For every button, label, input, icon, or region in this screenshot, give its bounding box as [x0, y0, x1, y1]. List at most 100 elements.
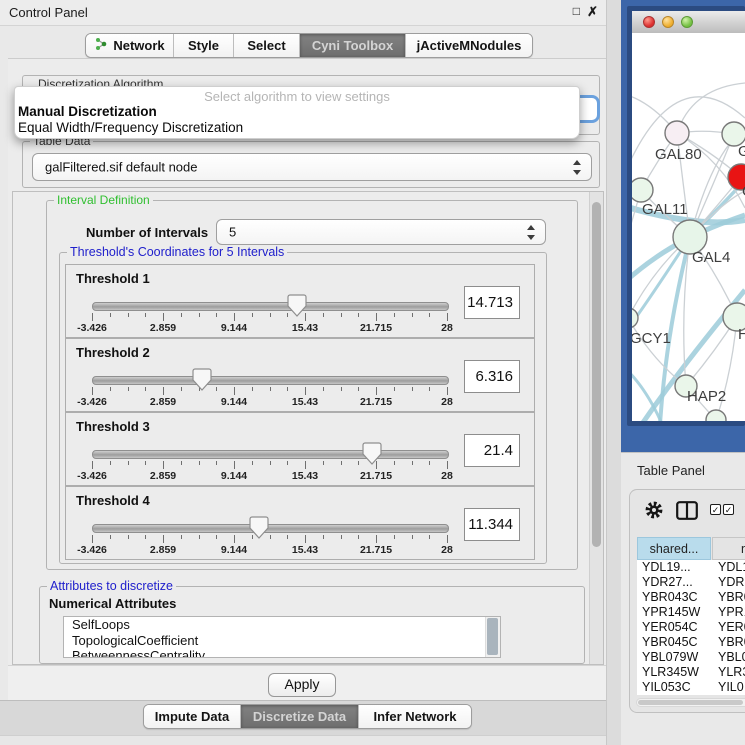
network-node-label: GAL80: [655, 146, 702, 163]
tab-cyni-toolbox[interactable]: Cyni Toolbox: [300, 34, 406, 57]
table-panel: Table Panel ✓✓ shared... na: [621, 452, 745, 745]
slider-handle[interactable]: [248, 516, 270, 540]
slider-tick: [305, 535, 306, 543]
attribute-list-item[interactable]: SelfLoops: [64, 617, 500, 633]
tab-impute-data[interactable]: Impute Data: [144, 705, 241, 728]
panel-vertical-scrollbar[interactable]: [589, 192, 603, 664]
gear-icon[interactable]: [644, 500, 664, 525]
app-root: Control Panel □ ✗ NetworkStyleSelectCyni…: [0, 0, 745, 745]
attribute-list-item[interactable]: TopologicalCoefficient: [64, 633, 500, 649]
column-header-name[interactable]: na: [712, 537, 745, 560]
panel-splitter[interactable]: [606, 0, 621, 745]
slider-tick: [163, 313, 164, 321]
tick-label: 21.715: [346, 322, 406, 334]
slider-track[interactable]: [92, 450, 449, 459]
slider-tick: [128, 387, 129, 391]
threshold-label: Threshold 3: [76, 419, 150, 434]
cell-shared-name: YBR043C: [642, 590, 698, 605]
slider-tick: [252, 461, 253, 465]
slider-tick: [181, 461, 182, 465]
slider-tick: [341, 313, 342, 317]
table-row[interactable]: YDL19...YDL1: [637, 560, 745, 575]
tick-label: -3.426: [62, 396, 122, 408]
network-node-gcy1[interactable]: [632, 308, 638, 328]
slider-tick: [429, 313, 430, 317]
tick-label: 2.859: [133, 322, 193, 334]
settings-scroll-panel: Interval Definition Number of Intervals …: [12, 191, 604, 665]
slider-tick: [447, 461, 448, 469]
slider-tick: [394, 313, 395, 317]
threshold-value-field[interactable]: 11.344: [464, 508, 520, 541]
checkbox-icon: ✓: [710, 504, 721, 515]
tab-style[interactable]: Style: [174, 34, 234, 57]
column-header-shared-name[interactable]: shared...: [637, 537, 711, 560]
network-node-gal80[interactable]: [665, 121, 689, 145]
bottom-tab-bar: Impute Data Discretize DataInfer Network: [143, 704, 472, 729]
threshold-value-field[interactable]: 14.713: [464, 286, 520, 319]
apply-button[interactable]: Apply: [268, 673, 336, 697]
number-of-intervals-combobox[interactable]: 5: [216, 219, 546, 245]
tab-label: Impute Data: [155, 709, 229, 724]
network-node-gal11[interactable]: [632, 178, 653, 202]
attributes-list-scrollbar[interactable]: [485, 617, 500, 657]
table-horizontal-scrollbar[interactable]: [636, 698, 745, 707]
slider-handle[interactable]: [361, 442, 383, 466]
slider-tick: [128, 461, 129, 465]
slider-tick: [305, 461, 306, 469]
table-row[interactable]: YBL079WYBL0: [637, 650, 745, 665]
slider-track[interactable]: [92, 524, 449, 533]
tab-network[interactable]: Network: [86, 34, 174, 57]
slider-track[interactable]: [92, 302, 449, 311]
tick-label: 2.859: [133, 396, 193, 408]
tick-label: 9.144: [204, 470, 264, 482]
dropdown-item[interactable]: Manual Discretization: [15, 104, 579, 120]
table-row[interactable]: YIL053CYIL0: [637, 680, 745, 695]
tick-label: 28: [417, 322, 477, 334]
tab-jactivemnodules[interactable]: jActiveMNodules: [406, 34, 532, 57]
table-row[interactable]: YPR145WYPR1: [637, 605, 745, 620]
network-view-window: GAL80GCGAL11GAL4GCY1HHAP2: [627, 6, 745, 426]
numerical-attributes-list[interactable]: SelfLoopsTopologicalCoefficientBetweenne…: [63, 616, 501, 658]
slider-tick: [163, 387, 164, 395]
slider-tick: [181, 387, 182, 391]
slider-tick: [323, 535, 324, 539]
cell-name: YDL1: [718, 560, 745, 575]
slider-tick: [341, 461, 342, 465]
slider-track[interactable]: [92, 376, 449, 385]
float-window-icon[interactable]: □: [573, 4, 580, 18]
tab-infer-network[interactable]: Infer Network: [359, 705, 471, 728]
slider-tick: [341, 535, 342, 539]
minimize-traffic-light[interactable]: [662, 16, 674, 28]
split-view-icon[interactable]: [676, 501, 698, 525]
attribute-list-item[interactable]: BetweennessCentrality: [64, 648, 500, 658]
tab-select[interactable]: Select: [234, 34, 300, 57]
threshold-panel: Threshold 1-3.4262.8599.14415.4321.71528…: [65, 264, 535, 338]
close-icon[interactable]: ✗: [587, 4, 598, 20]
table-row[interactable]: YBR045CYBR0: [637, 635, 745, 650]
table-row[interactable]: YBR043CYBR0: [637, 590, 745, 605]
table-row[interactable]: YDR27...YDR2: [637, 575, 745, 590]
zoom-traffic-light[interactable]: [681, 16, 693, 28]
dropdown-item-list: Manual DiscretizationEqual Width/Frequen…: [15, 104, 579, 136]
slider-tick: [199, 313, 200, 317]
network-canvas[interactable]: GAL80GCGAL11GAL4GCY1HHAP2: [632, 33, 745, 421]
close-traffic-light[interactable]: [643, 16, 655, 28]
threshold-value-field[interactable]: 21.4: [464, 434, 520, 467]
threshold-value-field[interactable]: 6.316: [464, 360, 520, 393]
tab-label: Select: [247, 38, 285, 53]
slider-tick: [447, 535, 448, 543]
network-window-titlebar[interactable]: [632, 11, 745, 34]
tab-discretize-data[interactable]: Discretize Data: [241, 705, 359, 728]
cell-name: YPR1: [718, 605, 745, 620]
network-graph[interactable]: GAL80GCGAL11GAL4GCY1HHAP2: [632, 33, 745, 421]
dropdown-item[interactable]: Equal Width/Frequency Discretization: [15, 120, 579, 136]
slider-handle[interactable]: [286, 294, 308, 318]
table-row[interactable]: YLR345WYLR3: [637, 665, 745, 680]
slider-tick: [270, 313, 271, 317]
table-row[interactable]: YER054CYER0: [637, 620, 745, 635]
slider-handle[interactable]: [191, 368, 213, 392]
threshold-panel: Threshold 3-3.4262.8599.14415.4321.71528…: [65, 412, 535, 486]
table-data-combobox[interactable]: galFiltered.sif default node: [32, 153, 592, 181]
slider-tick: [412, 313, 413, 317]
checkboxes-icon[interactable]: ✓✓: [710, 504, 736, 522]
